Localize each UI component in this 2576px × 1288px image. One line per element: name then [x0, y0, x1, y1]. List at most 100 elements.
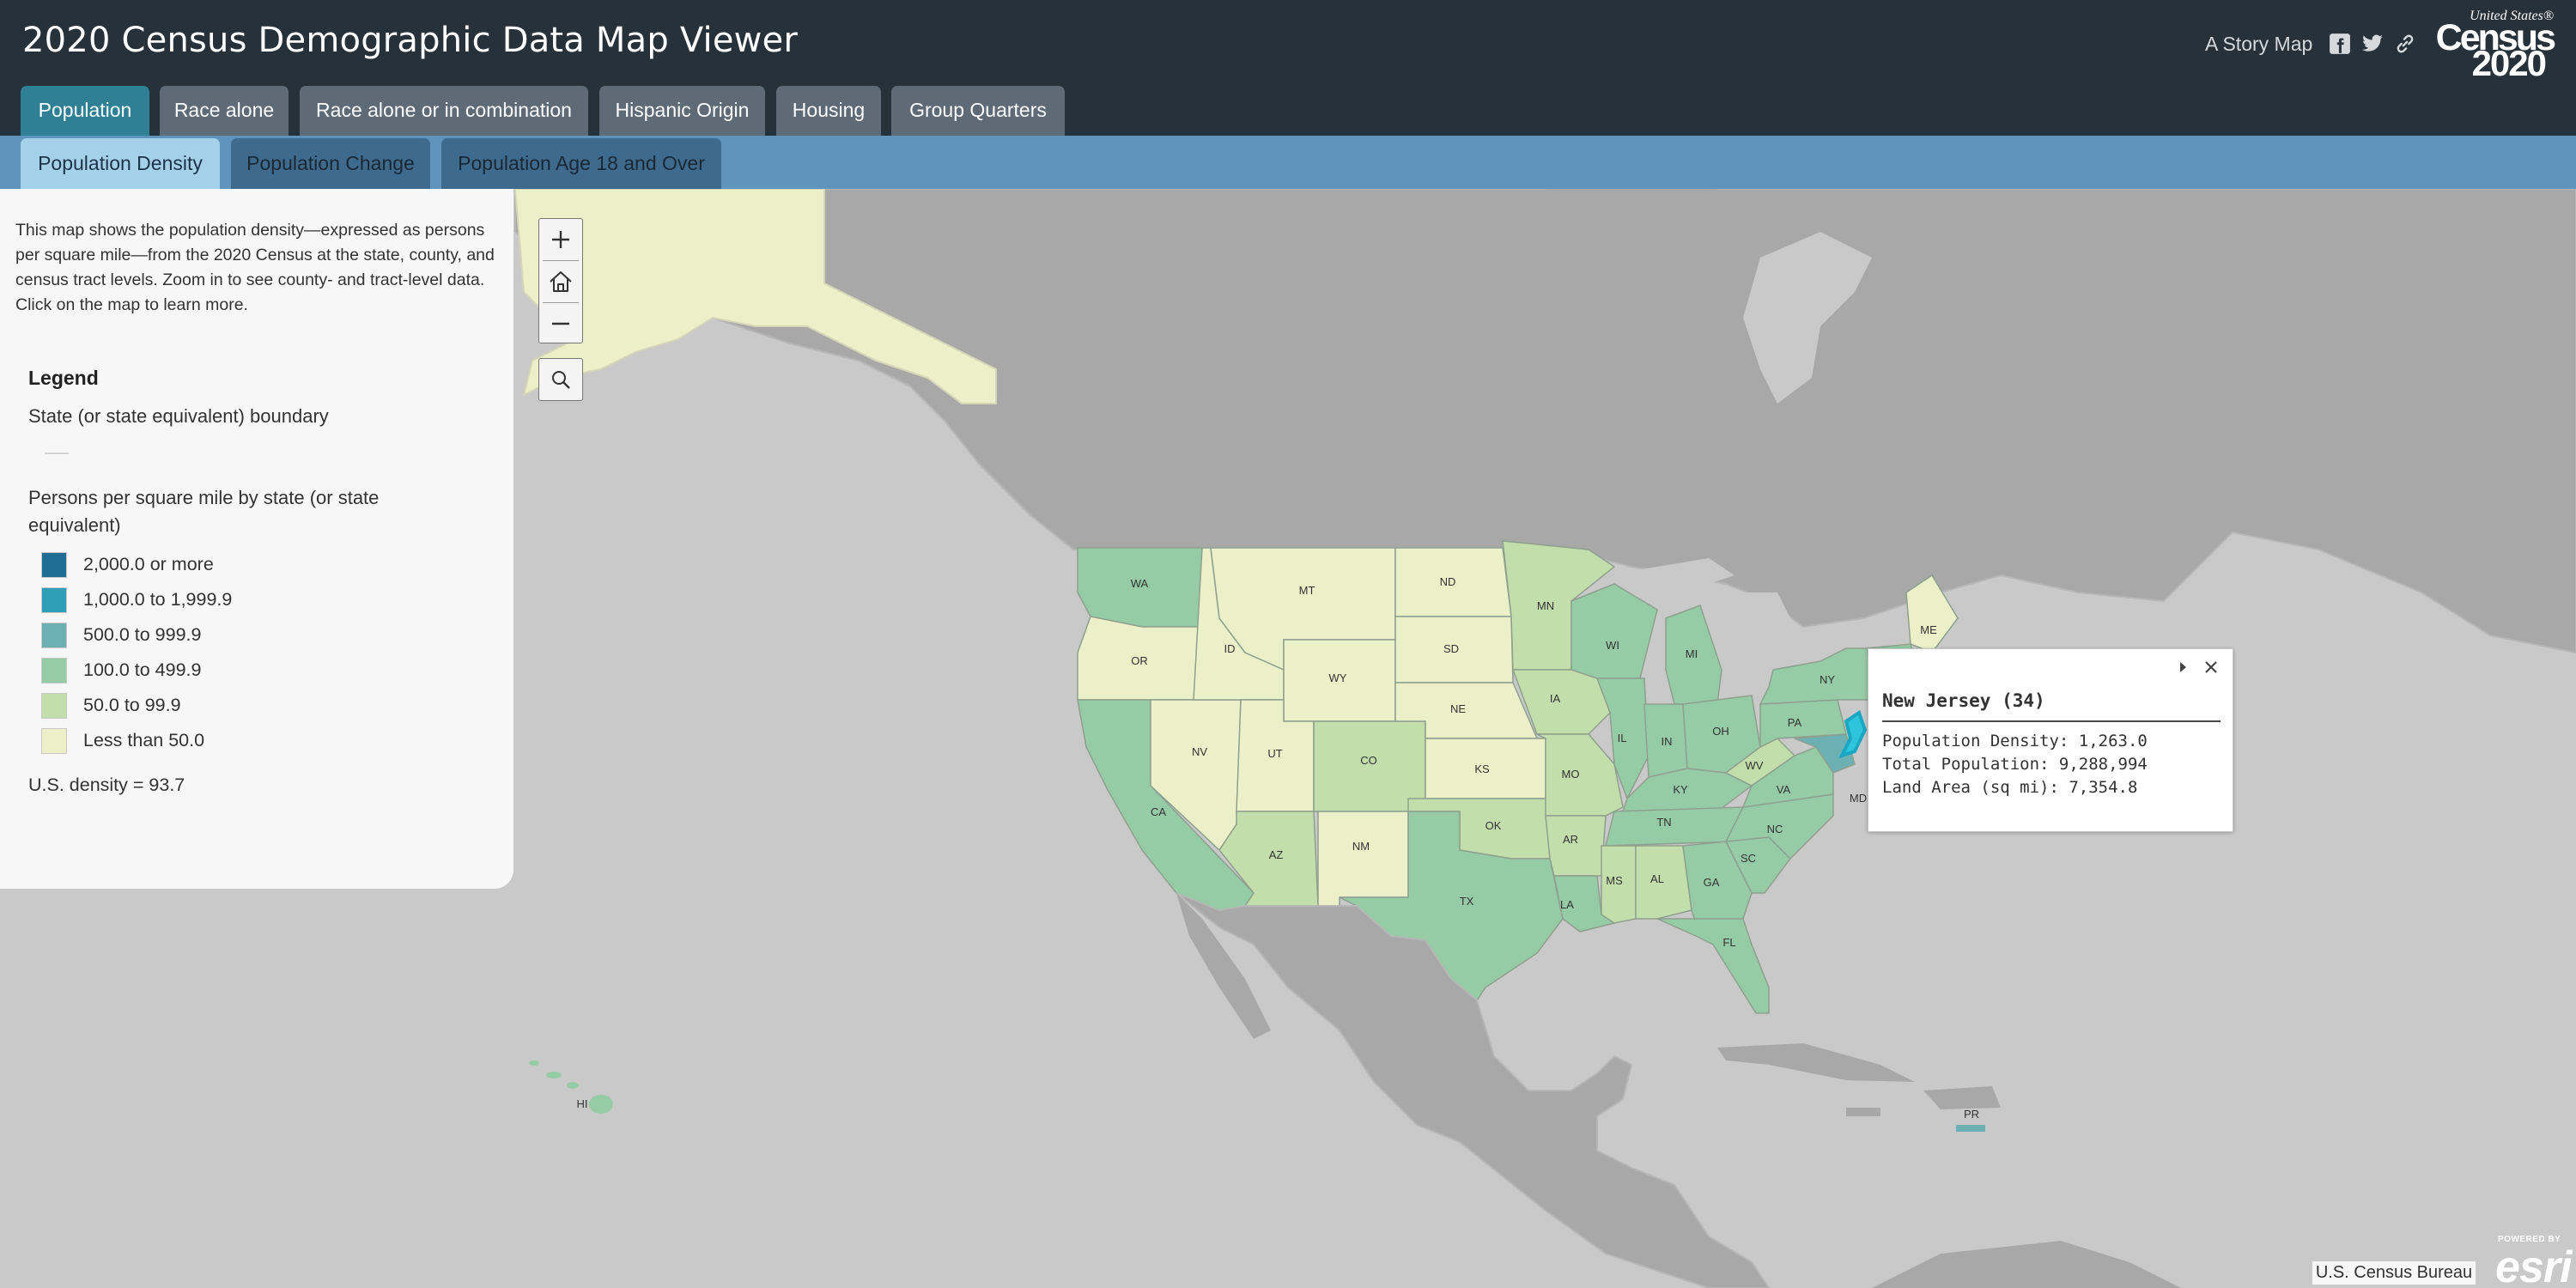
- tab-hispanic-origin[interactable]: Hispanic Origin: [599, 86, 765, 136]
- feature-popup: New Jersey (34) Population Density: 1,26…: [1868, 648, 2233, 832]
- subtab-population-change[interactable]: Population Change: [231, 138, 430, 189]
- legend-title: Legend: [28, 367, 99, 389]
- label-WV: WV: [1746, 759, 1764, 772]
- label-ME: ME: [1920, 623, 1937, 636]
- home-button[interactable]: [539, 261, 582, 302]
- map-attribution[interactable]: U.S. Census Bureau: [2312, 1261, 2476, 1285]
- label-MS: MS: [1606, 874, 1623, 887]
- label-TN: TN: [1656, 816, 1671, 829]
- map-description: This map shows the population density—ex…: [15, 221, 495, 314]
- facebook-icon[interactable]: [2329, 33, 2351, 55]
- label-KS: KS: [1474, 762, 1490, 775]
- state-TN: [1605, 806, 1744, 847]
- zoom-controls: [538, 218, 583, 343]
- label-PR: PR: [1964, 1108, 1979, 1121]
- label-AR: AR: [1563, 833, 1578, 846]
- label-TX: TX: [1460, 895, 1474, 908]
- legend-label-less-than-50: Less than 50.0: [83, 730, 205, 750]
- label-OK: OK: [1485, 819, 1502, 832]
- label-UT: UT: [1267, 747, 1282, 760]
- label-LA: LA: [1560, 898, 1574, 911]
- search-button[interactable]: [538, 358, 583, 401]
- label-MT: MT: [1299, 584, 1315, 597]
- legend-swatch-less-than-50: [41, 728, 67, 754]
- twitter-icon[interactable]: [2361, 33, 2384, 55]
- esri-logo[interactable]: POWERED BY esri: [2495, 1233, 2576, 1288]
- popup-land-area: Land Area (sq mi): 7,354.8: [1882, 778, 2138, 797]
- home-icon: [550, 271, 572, 292]
- state-AR: [1545, 815, 1607, 877]
- legend-panel: This map shows the population density—ex…: [0, 189, 513, 889]
- app: WA OR CA NV ID MT WY UT AZ CO NM ND SD N…: [0, 0, 2576, 1288]
- popup-divider: [1882, 720, 2221, 722]
- label-IA: IA: [1550, 692, 1561, 705]
- tab-population[interactable]: Population: [21, 86, 149, 136]
- label-NC: NC: [1767, 823, 1783, 835]
- label-AZ: AZ: [1269, 848, 1284, 861]
- legend-label-100-499: 100.0 to 499.9: [83, 659, 202, 680]
- label-NV: NV: [1192, 745, 1207, 758]
- label-WI: WI: [1606, 639, 1619, 652]
- state-NM: [1317, 811, 1409, 907]
- us-density: U.S. density = 93.7: [28, 775, 185, 795]
- legend-swatch-1000-1999: [41, 587, 67, 613]
- tab-housing[interactable]: Housing: [776, 86, 881, 136]
- legend-boundary-label: State (or state equivalent) boundary: [28, 405, 329, 427]
- label-NM: NM: [1352, 840, 1370, 853]
- label-KY: KY: [1673, 783, 1688, 796]
- label-HI: HI: [577, 1097, 588, 1110]
- state-PR[interactable]: [1956, 1125, 1985, 1132]
- tab-race-alone-or-in-combination[interactable]: Race alone or in combination: [300, 86, 588, 136]
- tab-group-quarters[interactable]: Group Quarters: [891, 86, 1065, 136]
- label-VA: VA: [1777, 783, 1791, 796]
- legend-swatch-50-99: [41, 693, 67, 719]
- legend-label-50-99: 50.0 to 99.9: [83, 695, 181, 715]
- legend-swatch-100-499: [41, 658, 67, 683]
- link-icon[interactable]: [2394, 33, 2416, 55]
- label-OH: OH: [1712, 725, 1729, 738]
- page-title: 2020 Census Demographic Data Map Viewer: [22, 21, 799, 60]
- legend-density-label: Persons per square mile by state (or sta…: [28, 487, 380, 536]
- label-WA: WA: [1131, 577, 1149, 590]
- jamaica: [1846, 1108, 1880, 1116]
- label-PA: PA: [1788, 716, 1802, 729]
- label-SC: SC: [1741, 852, 1756, 865]
- label-FL: FL: [1722, 936, 1735, 949]
- label-GA: GA: [1704, 876, 1720, 889]
- popup-total-population: Total Population: 9,288,994: [1882, 755, 2148, 774]
- minus-icon: [552, 322, 569, 325]
- legend-swatch-2000-plus: [41, 552, 67, 578]
- subtab-population-age-18-and-over[interactable]: Population Age 18 and Over: [441, 138, 721, 189]
- subtab-population-density[interactable]: Population Density: [21, 138, 220, 189]
- label-IN: IN: [1662, 735, 1673, 748]
- story-map-link[interactable]: A Story Map: [2205, 33, 2312, 56]
- label-CA: CA: [1151, 805, 1166, 818]
- search-icon: [552, 371, 570, 389]
- label-MN: MN: [1537, 599, 1554, 612]
- zoom-out-button[interactable]: [539, 303, 582, 344]
- legend-label-2000-plus: 2,000.0 or more: [83, 554, 214, 574]
- legend-label-1000-1999: 1,000.0 to 1,999.9: [83, 589, 233, 610]
- plus-icon: [552, 231, 569, 248]
- close-icon[interactable]: [2200, 656, 2222, 678]
- label-IL: IL: [1618, 732, 1627, 744]
- label-AL: AL: [1650, 872, 1664, 885]
- label-SD: SD: [1443, 642, 1459, 655]
- label-ND: ND: [1440, 575, 1456, 588]
- tab-race-alone[interactable]: Race alone: [160, 86, 289, 136]
- label-MI: MI: [1686, 647, 1698, 660]
- popup-title: New Jersey (34): [1882, 690, 2045, 711]
- label-MD: MD: [1850, 792, 1867, 805]
- label-NE: NE: [1450, 702, 1466, 715]
- popup-population-density: Population Density: 1,263.0: [1882, 732, 2148, 750]
- legend-boundary-line: [45, 453, 69, 454]
- zoom-in-button[interactable]: [539, 219, 582, 260]
- label-CO: CO: [1360, 754, 1377, 767]
- next-feature-icon[interactable]: [2173, 658, 2192, 677]
- label-WY: WY: [1329, 671, 1347, 684]
- label-NY: NY: [1820, 673, 1835, 686]
- label-OR: OR: [1131, 654, 1148, 667]
- census-2020-logo[interactable]: United States® Census 2020: [2435, 5, 2564, 83]
- legend-swatch-500-999: [41, 623, 67, 648]
- label-ID: ID: [1224, 642, 1236, 655]
